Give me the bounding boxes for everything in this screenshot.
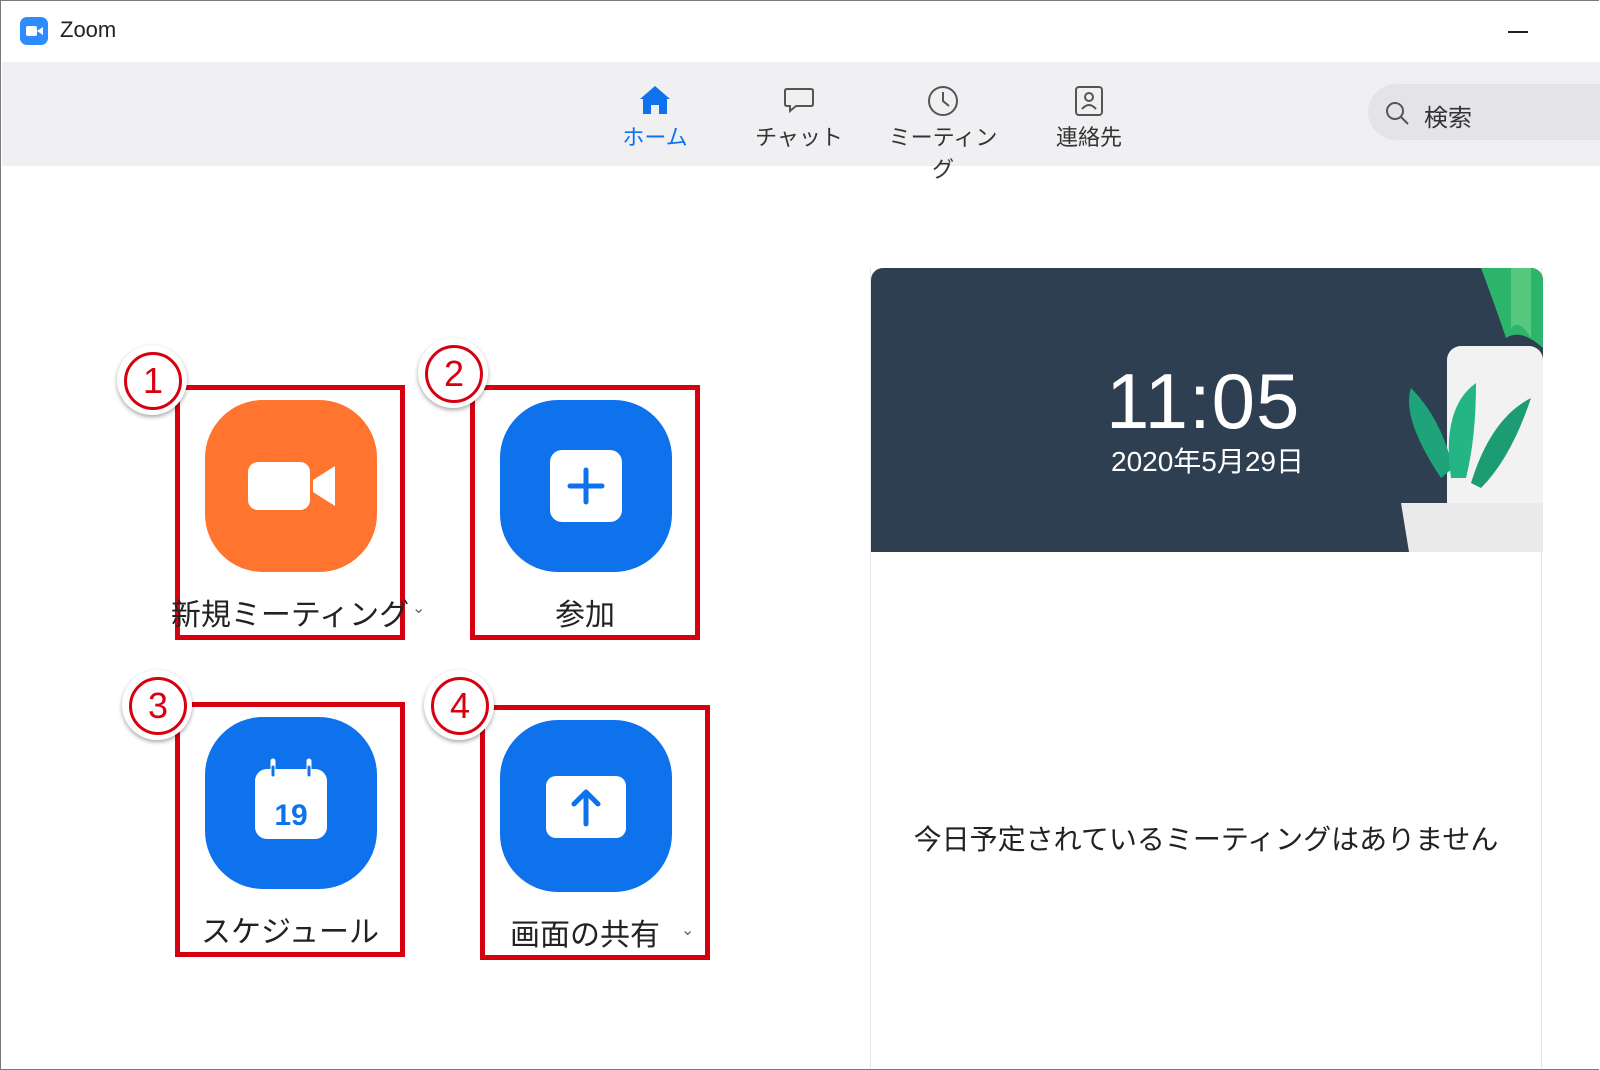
callout-badge-2: 2 — [418, 338, 488, 408]
contact-icon — [1075, 86, 1103, 116]
join-label: 参加 — [555, 598, 615, 633]
plant-illustration — [1401, 268, 1543, 552]
tab-chat-label: チャット — [755, 126, 843, 151]
clock-header: 11:05 2020年5月29日 — [871, 268, 1543, 552]
zoom-logo-icon — [20, 17, 48, 45]
join-button[interactable]: 参加 — [470, 385, 700, 640]
new-meeting-button[interactable]: 新規ミーティング ⌄ — [171, 385, 425, 640]
chat-icon — [784, 88, 814, 114]
schedule-button[interactable]: 19 スケジュール — [175, 702, 405, 957]
clock-icon — [928, 86, 958, 116]
minimize-icon — [1508, 31, 1528, 33]
minimize-button[interactable] — [1496, 12, 1540, 50]
share-screen-icon — [546, 776, 626, 838]
clock-date: 2020年5月29日 — [1111, 446, 1305, 477]
new-meeting-label: 新規ミーティング — [170, 598, 410, 633]
tab-home-label: ホーム — [622, 126, 688, 151]
top-nav: ホーム チャット ミーティング 連絡先 検索 — [2, 62, 1600, 183]
join-icon-button[interactable] — [500, 400, 672, 572]
tab-meetings-label: ミーティング — [888, 126, 998, 183]
title-bar: Zoom — [0, 0, 1600, 62]
window-title: Zoom — [60, 17, 117, 42]
tab-home[interactable]: ホーム — [590, 80, 720, 160]
calendar-icon: 19 — [255, 758, 327, 839]
tab-contacts-label: 連絡先 — [1055, 126, 1122, 151]
share-screen-button[interactable]: 画面の共有 ⌄ — [480, 705, 710, 960]
share-screen-label: 画面の共有 — [510, 918, 660, 953]
search-icon — [1386, 102, 1409, 125]
chevron-down-icon[interactable]: ⌄ — [412, 598, 425, 617]
clock-time: 11:05 — [1106, 357, 1301, 445]
calendar-day: 19 — [274, 799, 307, 832]
no-meetings-message: 今日予定されているミーティングはありません — [913, 823, 1499, 856]
home-icon — [640, 86, 670, 114]
tab-chat[interactable]: チャット — [734, 80, 864, 160]
tab-contacts[interactable]: 連絡先 — [1024, 80, 1154, 160]
video-camera-icon — [248, 462, 335, 510]
search-input[interactable]: 検索 — [1368, 84, 1600, 140]
callout-badge-3: 3 — [122, 670, 192, 740]
new-meeting-icon-button[interactable] — [205, 400, 377, 572]
tab-meetings[interactable]: ミーティング — [878, 80, 1008, 183]
upcoming-meetings-panel: 11:05 2020年5月29日 今日予定されているミーティングはありません — [870, 268, 1543, 1070]
schedule-label: スケジュール — [201, 915, 379, 950]
share-screen-icon-button[interactable] — [500, 720, 672, 892]
chevron-down-icon[interactable]: ⌄ — [681, 920, 694, 939]
search-placeholder: 検索 — [1424, 104, 1472, 132]
callout-badge-4: 4 — [424, 670, 494, 740]
callout-badge-1: 1 — [117, 345, 187, 415]
schedule-icon-button[interactable]: 19 — [205, 717, 377, 889]
plus-icon — [550, 450, 622, 522]
